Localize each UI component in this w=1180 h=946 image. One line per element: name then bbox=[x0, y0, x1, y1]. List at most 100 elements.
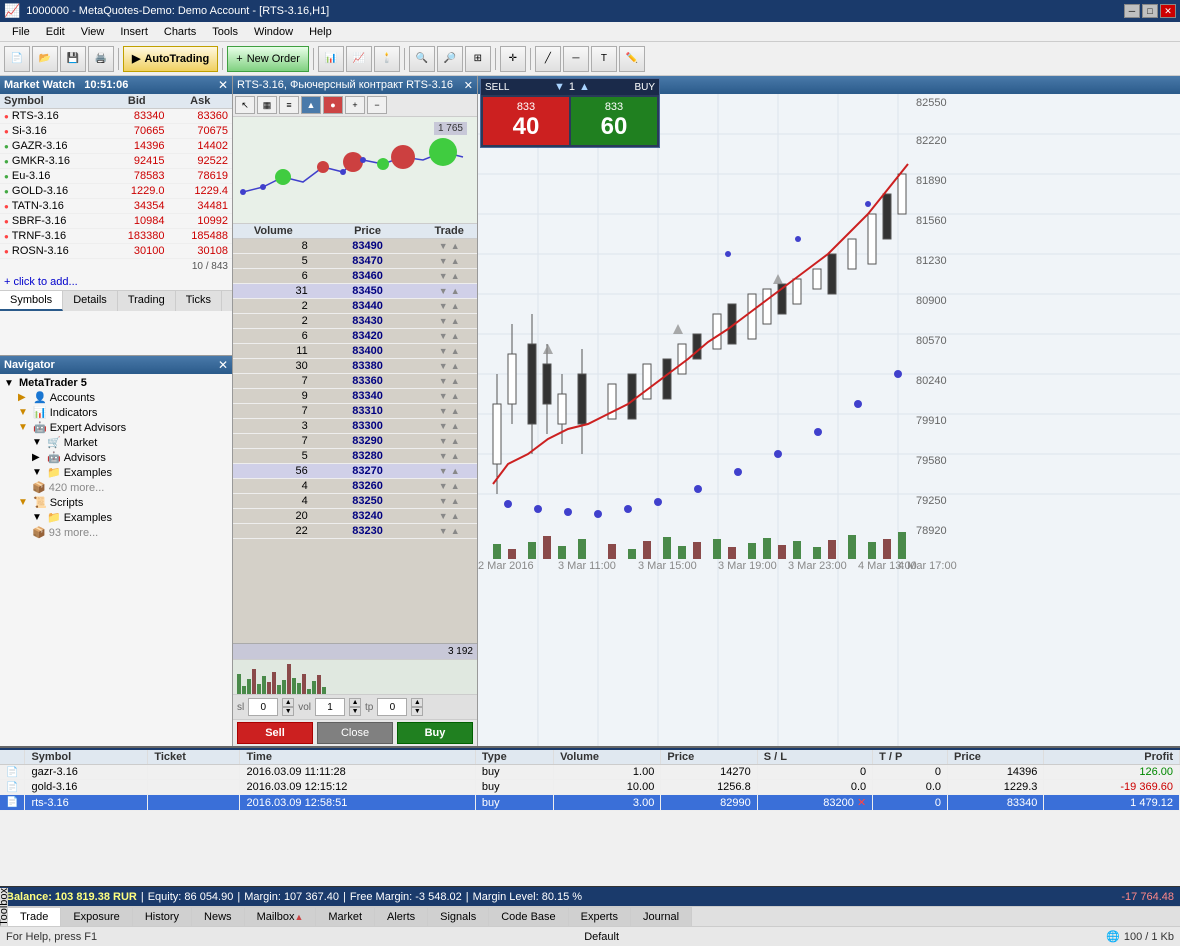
mw-row[interactable]: ● RTS-3.16 83340 83360 bbox=[0, 109, 232, 124]
dom-row[interactable]: 6 83460 ▼ ▲ bbox=[233, 269, 477, 284]
dom-row[interactable]: 3 83300 ▼ ▲ bbox=[233, 419, 477, 434]
dom-row[interactable]: 9 83340 ▼ ▲ bbox=[233, 389, 477, 404]
dom-tp-down[interactable]: ▼ bbox=[411, 707, 423, 716]
tab-codebase[interactable]: Code Base bbox=[489, 907, 568, 926]
dom-row[interactable]: 11 83400 ▼ ▲ bbox=[233, 344, 477, 359]
tab-signals[interactable]: Signals bbox=[428, 907, 489, 926]
menu-charts[interactable]: Charts bbox=[156, 24, 204, 40]
dom-trade-arrow[interactable]: ▼ ▲ bbox=[421, 404, 477, 419]
trade-row[interactable]: 📄 gold-3.16 2016.03.09 12:15:12 buy 10.0… bbox=[0, 780, 1180, 795]
dom-trade-arrow[interactable]: ▼ ▲ bbox=[421, 419, 477, 434]
mw-row[interactable]: ● GAZR-3.16 14396 14402 bbox=[0, 139, 232, 154]
tw-sell-price-block[interactable]: 833 40 bbox=[483, 97, 569, 145]
dom-trade-arrow[interactable]: ▼ ▲ bbox=[421, 314, 477, 329]
dom-btn-zoom-in[interactable]: ▲ bbox=[301, 96, 321, 114]
dom-close[interactable]: ✕ bbox=[464, 79, 473, 92]
dom-row[interactable]: 20 83240 ▼ ▲ bbox=[233, 509, 477, 524]
nav-scripts-examples[interactable]: ▼ 📁 Examples bbox=[0, 510, 232, 525]
dom-trade-arrow[interactable]: ▼ ▲ bbox=[421, 254, 477, 269]
tab-history[interactable]: History bbox=[133, 907, 192, 926]
mw-row[interactable]: ● Si-3.16 70665 70675 bbox=[0, 124, 232, 139]
mw-row[interactable]: ● SBRF-3.16 10984 10992 bbox=[0, 214, 232, 229]
trade-row[interactable]: 📄 gazr-3.16 2016.03.09 11:11:28 buy 1.00… bbox=[0, 765, 1180, 780]
toolbar-chart-line[interactable]: 📈 bbox=[346, 46, 372, 72]
tab-mailbox[interactable]: Mailbox ▲ bbox=[245, 907, 317, 926]
menu-file[interactable]: File bbox=[4, 24, 38, 40]
toolbar-chart-candle[interactable]: 🕯️ bbox=[374, 46, 400, 72]
nav-more-scripts[interactable]: 📦 93 more... bbox=[0, 525, 232, 540]
toolbox-side-label[interactable]: Toolbox bbox=[0, 888, 8, 926]
dom-trade-arrow[interactable]: ▼ ▲ bbox=[421, 524, 477, 539]
mw-row[interactable]: ● GOLD-3.16 1229.0 1229.4 bbox=[0, 184, 232, 199]
dom-sell-button[interactable]: Sell bbox=[237, 722, 313, 744]
toolbar-line[interactable]: ╱ bbox=[535, 46, 561, 72]
toolbar-save-btn[interactable]: 💾 bbox=[60, 46, 86, 72]
dom-sl-up[interactable]: ▲ bbox=[282, 698, 294, 707]
nav-metatrader5[interactable]: ▼ MetaTrader 5 bbox=[0, 376, 232, 390]
dom-trade-arrow[interactable]: ▼ ▲ bbox=[421, 449, 477, 464]
mw-add-row[interactable]: + click to add... bbox=[0, 274, 232, 290]
toolbar-crosshair[interactable]: ✛ bbox=[500, 46, 526, 72]
maximize-button[interactable]: □ bbox=[1142, 4, 1158, 18]
trade-row[interactable]: 📄 rts-3.16 2016.03.09 12:58:51 buy 3.00 … bbox=[0, 795, 1180, 811]
new-order-button[interactable]: + New Order bbox=[227, 46, 309, 72]
tw-arrow-down[interactable]: ▼ bbox=[554, 81, 565, 93]
dom-row[interactable]: 22 83230 ▼ ▲ bbox=[233, 524, 477, 539]
dom-btn-cursor[interactable]: ↖ bbox=[235, 96, 255, 114]
menu-view[interactable]: View bbox=[73, 24, 113, 40]
dom-trade-arrow[interactable]: ▼ ▲ bbox=[421, 344, 477, 359]
nav-accounts[interactable]: ▶ 👤 Accounts bbox=[0, 390, 232, 405]
minimize-button[interactable]: ─ bbox=[1124, 4, 1140, 18]
dom-row[interactable]: 7 83290 ▼ ▲ bbox=[233, 434, 477, 449]
dom-btn-minus[interactable]: − bbox=[367, 96, 387, 114]
tw-buy-price-block[interactable]: 833 60 bbox=[571, 97, 657, 145]
dom-vol-down[interactable]: ▼ bbox=[349, 707, 361, 716]
dom-row[interactable]: 5 83280 ▼ ▲ bbox=[233, 449, 477, 464]
mw-row[interactable]: ● TATN-3.16 34354 34481 bbox=[0, 199, 232, 214]
toolbar-hline[interactable]: ─ bbox=[563, 46, 589, 72]
nav-more-ea[interactable]: 📦 420 more... bbox=[0, 480, 232, 495]
dom-row[interactable]: 6 83420 ▼ ▲ bbox=[233, 329, 477, 344]
mw-row[interactable]: ● Eu-3.16 78583 78619 bbox=[0, 169, 232, 184]
dom-trade-arrow[interactable]: ▼ ▲ bbox=[421, 329, 477, 344]
dom-row[interactable]: 2 83440 ▼ ▲ bbox=[233, 299, 477, 314]
dom-trade-arrow[interactable]: ▼ ▲ bbox=[421, 389, 477, 404]
dom-row[interactable]: 30 83380 ▼ ▲ bbox=[233, 359, 477, 374]
tab-news[interactable]: News bbox=[192, 907, 245, 926]
navigator-close[interactable]: ✕ bbox=[218, 358, 228, 372]
toolbar-zoom-out[interactable]: 🔎 bbox=[437, 46, 463, 72]
dom-row[interactable]: 8 83490 ▼ ▲ bbox=[233, 239, 477, 254]
nav-examples[interactable]: ▼ 📁 Examples bbox=[0, 465, 232, 480]
dom-btn-plus[interactable]: + bbox=[345, 96, 365, 114]
autotrading-button[interactable]: ▶ AutoTrading bbox=[123, 46, 218, 72]
toolbar-open-btn[interactable]: 📂 bbox=[32, 46, 58, 72]
toolbar-print-btn[interactable]: 🖨️ bbox=[88, 46, 114, 72]
tw-arrow-up[interactable]: ▲ bbox=[579, 81, 590, 93]
mw-tab-details[interactable]: Details bbox=[63, 291, 118, 311]
dom-row[interactable]: 56 83270 ▼ ▲ bbox=[233, 464, 477, 479]
toolbar-zoom-in[interactable]: 🔍 bbox=[409, 46, 435, 72]
dom-sl-down[interactable]: ▼ bbox=[282, 707, 294, 716]
tab-experts[interactable]: Experts bbox=[569, 907, 631, 926]
dom-trade-arrow[interactable]: ▼ ▲ bbox=[421, 269, 477, 284]
menu-insert[interactable]: Insert bbox=[112, 24, 156, 40]
dom-trade-arrow[interactable]: ▼ ▲ bbox=[421, 374, 477, 389]
dom-row[interactable]: 2 83430 ▼ ▲ bbox=[233, 314, 477, 329]
dom-trade-arrow[interactable]: ▼ ▲ bbox=[421, 464, 477, 479]
dom-trade-arrow[interactable]: ▼ ▲ bbox=[421, 299, 477, 314]
dom-trade-arrow[interactable]: ▼ ▲ bbox=[421, 239, 477, 254]
dom-trade-arrow[interactable]: ▼ ▲ bbox=[421, 359, 477, 374]
nav-advisors[interactable]: ▶ 🤖 Advisors bbox=[0, 450, 232, 465]
mw-tab-ticks[interactable]: Ticks bbox=[176, 291, 222, 311]
dom-trade-arrow[interactable]: ▼ ▲ bbox=[421, 434, 477, 449]
dom-buy-button[interactable]: Buy bbox=[397, 722, 473, 744]
toolbar-pencil[interactable]: ✏️ bbox=[619, 46, 645, 72]
dom-tp-up[interactable]: ▲ bbox=[411, 698, 423, 707]
dom-trade-arrow[interactable]: ▼ ▲ bbox=[421, 509, 477, 524]
nav-scripts[interactable]: ▼ 📜 Scripts bbox=[0, 495, 232, 510]
dom-btn-grid[interactable]: ▦ bbox=[257, 96, 277, 114]
nav-expert-advisors[interactable]: ▼ 🤖 Expert Advisors bbox=[0, 420, 232, 435]
dom-row[interactable]: 7 83360 ▼ ▲ bbox=[233, 374, 477, 389]
toolbar-text[interactable]: T bbox=[591, 46, 617, 72]
mw-row[interactable]: ● ROSN-3.16 30100 30108 bbox=[0, 244, 232, 259]
